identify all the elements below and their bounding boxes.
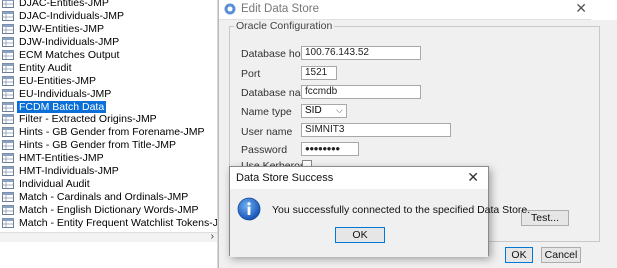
tree-item[interactable]: DJAC-Entities-JMP xyxy=(2,0,111,10)
tree-item-label: EU-Individuals-JMP xyxy=(19,87,112,100)
table-icon xyxy=(2,178,14,189)
tree-item[interactable]: DJAC-Individuals-JMP xyxy=(2,10,126,23)
table-icon xyxy=(2,101,14,112)
chevron-down-icon: ⌵ xyxy=(336,105,343,115)
scroll-right-arrow[interactable]: › xyxy=(211,231,214,242)
tree-item-label: Hints - GB Gender from Forename-JMP xyxy=(19,126,205,139)
window-title-bar: Edit Data Store ✕ xyxy=(219,0,617,20)
tree-item-label: ECM Matches Output xyxy=(19,48,120,61)
user-name-field[interactable]: SIMNIT3 xyxy=(301,123,451,137)
port-label: Port xyxy=(241,68,261,80)
tree-item[interactable]: Match - Entity Frequent Watchlist Tokens… xyxy=(2,216,218,229)
dialog-body: You successfully connected to the specif… xyxy=(230,189,530,257)
tree-item-label: HMT-Individuals-JMP xyxy=(19,165,119,178)
password-label: Password xyxy=(241,144,288,156)
tree-item[interactable]: HMT-Entities-JMP xyxy=(2,152,106,165)
table-icon xyxy=(2,114,14,125)
port-field[interactable]: 1521 xyxy=(301,66,337,80)
tree-item-label: Hints - GB Gender from Title-JMP xyxy=(19,139,176,152)
window-title-spacer xyxy=(591,0,617,20)
table-icon xyxy=(2,0,14,9)
tree-item-label: DJAC-Entities-JMP xyxy=(19,0,109,10)
dialog-ok-button[interactable]: OK xyxy=(335,227,385,243)
tree-item[interactable]: Hints - GB Gender from Forename-JMP xyxy=(2,126,207,139)
table-icon xyxy=(2,166,14,177)
table-icon xyxy=(2,153,14,164)
table-icon xyxy=(2,140,14,151)
info-icon xyxy=(237,197,261,221)
dialog-title: Data Store Success xyxy=(236,172,334,184)
tree-item[interactable]: Entity Audit xyxy=(2,62,74,75)
database-host-field[interactable]: 100.76.143.52 xyxy=(301,46,421,60)
group-title: Oracle Configuration xyxy=(234,20,335,32)
tree-item-label: DJW-Entities-JMP xyxy=(19,23,104,36)
tree-item-label: Match - Entity Frequent Watchlist Tokens… xyxy=(19,216,218,229)
table-icon xyxy=(2,217,14,228)
tree-item-label: DJAC-Individuals-JMP xyxy=(19,10,125,23)
tree-item[interactable]: Individual Audit xyxy=(2,178,92,191)
database-name-field[interactable]: fccmdb xyxy=(301,85,421,99)
tree-item-label: DJW-Individuals-JMP xyxy=(19,36,120,49)
data-store-success-dialog: Data Store Success ✕ You successfully co… xyxy=(229,166,530,257)
tree-item[interactable]: ECM Matches Output xyxy=(2,49,121,62)
tree-item-label: Match - Cardinals and Ordinals-JMP xyxy=(19,190,189,203)
tree-item[interactable]: Match - Cardinals and Ordinals-JMP xyxy=(2,191,190,204)
tree-item-label: FCDM Batch Data xyxy=(17,100,107,113)
table-icon xyxy=(2,37,14,48)
tree-item-label: EU-Entities-JMP xyxy=(19,74,97,87)
table-icon xyxy=(2,24,14,35)
name-type-select[interactable]: SID ⌵ xyxy=(301,104,347,118)
tree-item[interactable]: HMT-Individuals-JMP xyxy=(2,165,121,178)
data-store-tree: DJAC-Entities-JMP DJAC-Individuals-JMP DJW… xyxy=(0,0,218,268)
app-icon xyxy=(224,3,236,15)
user-name-label: User name xyxy=(241,126,293,138)
table-icon xyxy=(2,204,14,215)
dialog-title-bar: Data Store Success ✕ xyxy=(230,167,488,189)
window-title: Edit Data Store xyxy=(241,3,319,15)
tree-item-label: Filter - Extracted Origins-JMP xyxy=(19,113,157,126)
tree-item[interactable]: FCDM Batch Data xyxy=(2,100,107,113)
password-field[interactable]: ●●●●●●●● xyxy=(301,142,359,156)
table-icon xyxy=(2,49,14,60)
ok-button[interactable]: OK xyxy=(505,247,533,263)
tree-item[interactable]: Filter - Extracted Origins-JMP xyxy=(2,113,159,126)
name-type-label: Name type xyxy=(241,106,292,118)
tree-item[interactable]: Match - English Dictionary Words-JMP xyxy=(2,203,201,216)
tree-item-label: Entity Audit xyxy=(19,61,72,74)
tree-horizontal-scrollbar[interactable]: › xyxy=(0,231,217,242)
tree-item-label: HMT-Entities-JMP xyxy=(19,152,104,165)
tree-item-label: Individual Audit xyxy=(19,177,90,190)
tree-item[interactable]: DJW-Individuals-JMP xyxy=(2,36,121,49)
success-message: You successfully connected to the specif… xyxy=(272,204,531,216)
dialog-close-icon[interactable]: ✕ xyxy=(467,169,479,186)
cancel-button[interactable]: Cancel xyxy=(541,247,581,263)
table-icon xyxy=(2,191,14,202)
tree-item[interactable]: Hints - GB Gender from Title-JMP xyxy=(2,139,178,152)
table-icon xyxy=(2,11,14,22)
database-host-label: Database host xyxy=(241,48,309,60)
tree-item[interactable]: DJW-Entities-JMP xyxy=(2,23,106,36)
table-icon xyxy=(2,75,14,86)
window-close-icon[interactable]: ✕ xyxy=(575,0,587,17)
table-icon xyxy=(2,127,14,138)
tree-item-label: Match - English Dictionary Words-JMP xyxy=(19,203,199,216)
tree-item[interactable]: EU-Entities-JMP xyxy=(2,74,98,87)
name-type-value: SID xyxy=(305,105,322,116)
tree-item[interactable]: EU-Individuals-JMP xyxy=(2,87,113,100)
table-icon xyxy=(2,88,14,99)
table-icon xyxy=(2,62,14,73)
